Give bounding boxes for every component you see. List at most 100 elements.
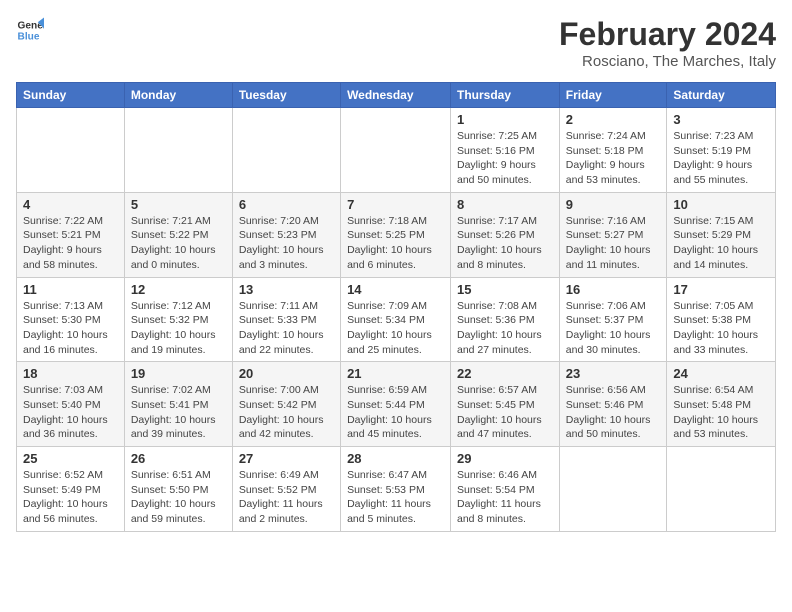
- day-info: Sunrise: 7:05 AMSunset: 5:38 PMDaylight:…: [673, 299, 769, 358]
- calendar-week-row: 4 Sunrise: 7:22 AMSunset: 5:21 PMDaylight…: [17, 192, 776, 277]
- day-number: 10: [673, 197, 769, 212]
- calendar-cell: 22 Sunrise: 6:57 AMSunset: 5:45 PMDayligh…: [451, 362, 560, 447]
- day-info: Sunrise: 7:18 AMSunset: 5:25 PMDaylight:…: [347, 214, 444, 273]
- month-title: February 2024: [559, 16, 776, 53]
- day-info: Sunrise: 6:52 AMSunset: 5:49 PMDaylight:…: [23, 468, 118, 527]
- calendar-cell: [232, 108, 340, 193]
- calendar-cell: 20Sunrise: 7:00 AMSunset: 5:42 PMDayligh…: [232, 362, 340, 447]
- calendar-cell: 10 Sunrise: 7:15 AMSunset: 5:29 PMDayligh…: [667, 192, 776, 277]
- day-info: Sunrise: 7:02 AMSunset: 5:41 PMDaylight:…: [131, 383, 226, 442]
- calendar-table: SundayMondayTuesdayWednesdayThursdayFrid…: [16, 82, 776, 532]
- page-header: General Blue February 2024 Rosciano, The…: [16, 16, 776, 70]
- calendar-cell: 8 Sunrise: 7:17 AMSunset: 5:26 PMDaylight…: [451, 192, 560, 277]
- calendar-cell: 16Sunrise: 7:06 AMSunset: 5:37 PMDayligh…: [559, 277, 667, 362]
- column-header-thursday: Thursday: [451, 83, 560, 108]
- calendar-cell: 18 Sunrise: 7:03 AMSunset: 5:40 PMDayligh…: [17, 362, 125, 447]
- day-info: Sunrise: 7:20 AMSunset: 5:23 PMDaylight:…: [239, 214, 334, 273]
- day-number: 29: [457, 451, 553, 466]
- calendar-cell: 9 Sunrise: 7:16 AMSunset: 5:27 PMDaylight…: [559, 192, 667, 277]
- day-info: Sunrise: 6:49 AMSunset: 5:52 PMDaylight:…: [239, 468, 334, 527]
- column-header-monday: Monday: [124, 83, 232, 108]
- logo-icon: General Blue: [16, 16, 44, 44]
- location-subtitle: Rosciano, The Marches, Italy: [559, 53, 776, 70]
- day-number: 24: [673, 366, 769, 381]
- calendar-cell: 2 Sunrise: 7:24 AMSunset: 5:18 PMDaylight…: [559, 108, 667, 193]
- day-number: 21: [347, 366, 444, 381]
- day-info: Sunrise: 6:47 AMSunset: 5:53 PMDaylight:…: [347, 468, 444, 527]
- calendar-cell: 13 Sunrise: 7:11 AMSunset: 5:33 PMDayligh…: [232, 277, 340, 362]
- calendar-cell: 12 Sunrise: 7:12 AMSunset: 5:32 PMDayligh…: [124, 277, 232, 362]
- day-info: Sunrise: 7:00 AMSunset: 5:42 PMDaylight:…: [239, 383, 334, 442]
- day-info: Sunrise: 7:11 AMSunset: 5:33 PMDaylight:…: [239, 299, 334, 358]
- calendar-cell: 14 Sunrise: 7:09 AMSunset: 5:34 PMDayligh…: [341, 277, 451, 362]
- day-info: Sunrise: 7:09 AMSunset: 5:34 PMDaylight:…: [347, 299, 444, 358]
- calendar-cell: 23 Sunrise: 6:56 AMSunset: 5:46 PMDayligh…: [559, 362, 667, 447]
- svg-text:Blue: Blue: [18, 31, 40, 42]
- calendar-cell: 17Sunrise: 7:05 AMSunset: 5:38 PMDayligh…: [667, 277, 776, 362]
- calendar-cell: 5Sunrise: 7:21 AMSunset: 5:22 PMDaylight…: [124, 192, 232, 277]
- calendar-cell: [341, 108, 451, 193]
- calendar-cell: 28 Sunrise: 6:47 AMSunset: 5:53 PMDayligh…: [341, 447, 451, 532]
- day-info: Sunrise: 6:59 AMSunset: 5:44 PMDaylight:…: [347, 383, 444, 442]
- calendar-week-row: 25 Sunrise: 6:52 AMSunset: 5:49 PMDayligh…: [17, 447, 776, 532]
- day-info: Sunrise: 7:23 AMSunset: 5:19 PMDaylight:…: [673, 129, 769, 188]
- day-number: 2: [566, 112, 661, 127]
- calendar-cell: 27 Sunrise: 6:49 AMSunset: 5:52 PMDayligh…: [232, 447, 340, 532]
- calendar-week-row: 11Sunrise: 7:13 AMSunset: 5:30 PMDayligh…: [17, 277, 776, 362]
- calendar-cell: 7 Sunrise: 7:18 AMSunset: 5:25 PMDaylight…: [341, 192, 451, 277]
- column-header-tuesday: Tuesday: [232, 83, 340, 108]
- day-info: Sunrise: 7:24 AMSunset: 5:18 PMDaylight:…: [566, 129, 661, 188]
- day-number: 27: [239, 451, 334, 466]
- day-number: 6: [239, 197, 334, 212]
- day-info: Sunrise: 6:54 AMSunset: 5:48 PMDaylight:…: [673, 383, 769, 442]
- day-number: 1: [457, 112, 553, 127]
- calendar-cell: 3 Sunrise: 7:23 AMSunset: 5:19 PMDaylight…: [667, 108, 776, 193]
- calendar-week-row: 1 Sunrise: 7:25 AMSunset: 5:16 PMDaylight…: [17, 108, 776, 193]
- calendar-cell: [559, 447, 667, 532]
- day-info: Sunrise: 7:25 AMSunset: 5:16 PMDaylight:…: [457, 129, 553, 188]
- day-info: Sunrise: 6:56 AMSunset: 5:46 PMDaylight:…: [566, 383, 661, 442]
- day-number: 26: [131, 451, 226, 466]
- calendar-cell: 1 Sunrise: 7:25 AMSunset: 5:16 PMDaylight…: [451, 108, 560, 193]
- calendar-cell: 11Sunrise: 7:13 AMSunset: 5:30 PMDayligh…: [17, 277, 125, 362]
- day-info: Sunrise: 7:15 AMSunset: 5:29 PMDaylight:…: [673, 214, 769, 273]
- day-number: 9: [566, 197, 661, 212]
- day-number: 14: [347, 282, 444, 297]
- day-number: 13: [239, 282, 334, 297]
- column-header-sunday: Sunday: [17, 83, 125, 108]
- day-info: Sunrise: 7:22 AMSunset: 5:21 PMDaylight:…: [23, 214, 118, 273]
- calendar-header-row: SundayMondayTuesdayWednesdayThursdayFrid…: [17, 83, 776, 108]
- day-number: 18: [23, 366, 118, 381]
- day-number: 11: [23, 282, 118, 297]
- calendar-cell: 29 Sunrise: 6:46 AMSunset: 5:54 PMDayligh…: [451, 447, 560, 532]
- day-number: 4: [23, 197, 118, 212]
- day-number: 23: [566, 366, 661, 381]
- day-info: Sunrise: 6:57 AMSunset: 5:45 PMDaylight:…: [457, 383, 553, 442]
- day-info: Sunrise: 7:03 AMSunset: 5:40 PMDaylight:…: [23, 383, 118, 442]
- day-number: 8: [457, 197, 553, 212]
- day-number: 7: [347, 197, 444, 212]
- calendar-cell: [124, 108, 232, 193]
- day-number: 28: [347, 451, 444, 466]
- calendar-body: 1 Sunrise: 7:25 AMSunset: 5:16 PMDaylight…: [17, 108, 776, 532]
- day-info: Sunrise: 7:21 AMSunset: 5:22 PMDaylight:…: [131, 214, 226, 273]
- calendar-week-row: 18 Sunrise: 7:03 AMSunset: 5:40 PMDayligh…: [17, 362, 776, 447]
- calendar-cell: 15Sunrise: 7:08 AMSunset: 5:36 PMDayligh…: [451, 277, 560, 362]
- column-header-friday: Friday: [559, 83, 667, 108]
- day-number: 15: [457, 282, 553, 297]
- day-info: Sunrise: 7:16 AMSunset: 5:27 PMDaylight:…: [566, 214, 661, 273]
- day-number: 12: [131, 282, 226, 297]
- day-info: Sunrise: 6:46 AMSunset: 5:54 PMDaylight:…: [457, 468, 553, 527]
- calendar-cell: 21 Sunrise: 6:59 AMSunset: 5:44 PMDayligh…: [341, 362, 451, 447]
- day-info: Sunrise: 7:12 AMSunset: 5:32 PMDaylight:…: [131, 299, 226, 358]
- title-block: February 2024 Rosciano, The Marches, Ita…: [559, 16, 776, 70]
- column-header-wednesday: Wednesday: [341, 83, 451, 108]
- day-number: 22: [457, 366, 553, 381]
- calendar-cell: [17, 108, 125, 193]
- calendar-cell: 19 Sunrise: 7:02 AMSunset: 5:41 PMDayligh…: [124, 362, 232, 447]
- day-number: 25: [23, 451, 118, 466]
- calendar-cell: 25 Sunrise: 6:52 AMSunset: 5:49 PMDayligh…: [17, 447, 125, 532]
- day-info: Sunrise: 7:17 AMSunset: 5:26 PMDaylight:…: [457, 214, 553, 273]
- day-number: 3: [673, 112, 769, 127]
- day-number: 19: [131, 366, 226, 381]
